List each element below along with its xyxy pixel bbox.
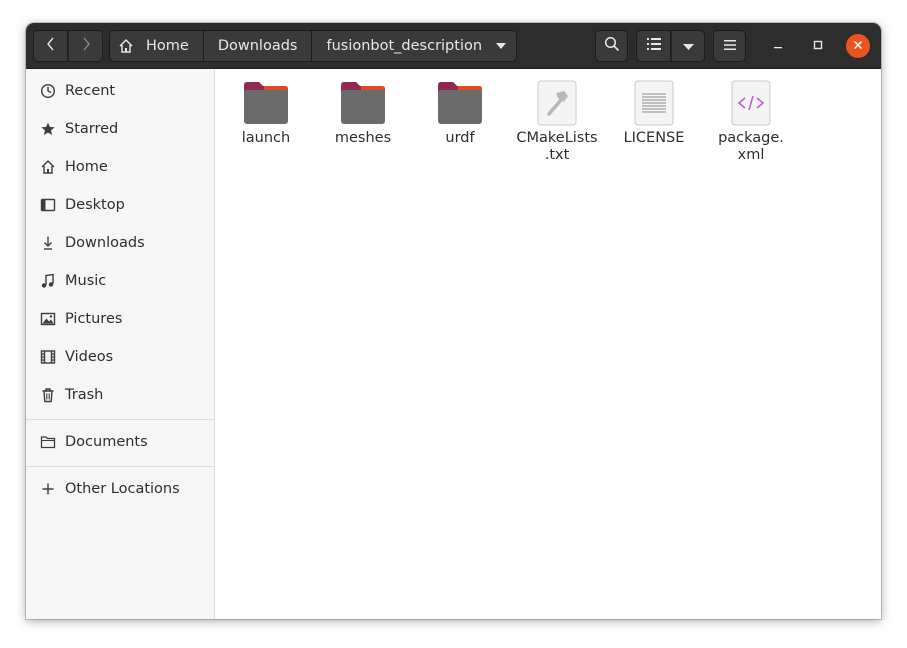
sidebar-item-home[interactable]: Home	[26, 148, 214, 186]
breadcrumb-downloads[interactable]: Downloads	[203, 30, 313, 62]
file-item-meshes[interactable]: meshes	[317, 76, 409, 147]
folder-icon	[40, 434, 56, 450]
file-item-cmakelists[interactable]: CMakeLists .txt	[511, 76, 603, 164]
home-icon	[40, 159, 56, 175]
sidebar-item-videos[interactable]: Videos	[26, 338, 214, 376]
sidebar-item-label: Other Locations	[65, 481, 180, 497]
download-icon	[40, 235, 56, 251]
sidebar-item-label: Pictures	[65, 311, 123, 327]
sidebar-item-label: Downloads	[65, 235, 145, 251]
sidebar-item-label: Documents	[65, 434, 148, 450]
sidebar-item-trash[interactable]: Trash	[26, 376, 214, 414]
folder-icon	[433, 76, 487, 130]
breadcrumb: Home Downloads fusionbot_description	[109, 30, 518, 62]
caret-down-icon	[682, 38, 694, 54]
sidebar-item-documents[interactable]: Documents	[26, 423, 214, 461]
sidebar-item-pictures[interactable]: Pictures	[26, 300, 214, 338]
sidebar-item-label: Recent	[65, 83, 116, 99]
sidebar-item-label: Music	[65, 273, 107, 289]
search-icon	[604, 36, 620, 56]
breadcrumb-label: fusionbot_description	[326, 38, 483, 54]
sidebar: Recent Starred Home Desktop Downloads Mu…	[26, 69, 215, 619]
file-name: launch	[241, 130, 291, 146]
file-item-urdf[interactable]: urdf	[414, 76, 506, 147]
view-list-button[interactable]	[636, 30, 671, 62]
sidebar-item-starred[interactable]: Starred	[26, 110, 214, 148]
main-menu-button[interactable]	[713, 30, 746, 62]
back-button[interactable]	[33, 30, 68, 62]
file-item-license[interactable]: LICENSE	[608, 76, 700, 147]
sidebar-divider	[26, 466, 214, 467]
sidebar-item-label: Starred	[65, 121, 119, 137]
caret-down-icon	[496, 43, 507, 49]
close-button[interactable]	[846, 34, 870, 58]
file-manager-window: Home Downloads fusionbot_description Rec…	[26, 23, 881, 619]
file-item-package-xml[interactable]: package. xml	[705, 76, 797, 164]
film-icon	[40, 349, 56, 365]
close-icon	[853, 38, 863, 54]
plus-icon	[40, 481, 56, 497]
star-icon	[40, 121, 56, 137]
hamburger-menu-icon	[723, 38, 736, 54]
minimize-button[interactable]	[766, 34, 790, 58]
maximize-button[interactable]	[806, 34, 830, 58]
trash-icon	[40, 387, 56, 403]
file-name: CMakeLists .txt	[516, 130, 598, 163]
breadcrumb-current-folder[interactable]: fusionbot_description	[312, 30, 518, 62]
music-icon	[40, 273, 56, 289]
header-bar: Home Downloads fusionbot_description	[26, 23, 881, 69]
list-view-icon	[646, 38, 661, 54]
text-file-icon	[627, 76, 681, 130]
sidebar-item-music[interactable]: Music	[26, 262, 214, 300]
xml-file-icon	[724, 76, 778, 130]
breadcrumb-label: Home	[146, 38, 189, 54]
hammer-file-icon	[530, 76, 584, 130]
chevron-left-icon	[46, 36, 56, 56]
view-options-button[interactable]	[671, 30, 705, 62]
forward-button[interactable]	[68, 30, 103, 62]
sidebar-item-desktop[interactable]: Desktop	[26, 186, 214, 224]
file-grid: launch meshes urdf CMakeLists .txt LICEN	[216, 69, 881, 619]
file-item-launch[interactable]: launch	[220, 76, 312, 147]
sidebar-item-recent[interactable]: Recent	[26, 72, 214, 110]
sidebar-item-label: Desktop	[65, 197, 125, 213]
file-name: urdf	[445, 130, 475, 146]
sidebar-item-label: Trash	[65, 387, 104, 403]
file-name: LICENSE	[623, 130, 685, 146]
folder-icon	[336, 76, 390, 130]
sidebar-divider	[26, 419, 214, 420]
chevron-right-icon	[81, 36, 91, 56]
sidebar-item-label: Home	[65, 159, 108, 175]
clock-icon	[40, 83, 56, 99]
file-name: package. xml	[718, 130, 784, 163]
folder-icon	[239, 76, 293, 130]
desktop-icon	[40, 197, 56, 213]
maximize-icon	[813, 38, 823, 54]
sidebar-item-downloads[interactable]: Downloads	[26, 224, 214, 262]
sidebar-item-other-locations[interactable]: Other Locations	[26, 470, 214, 508]
breadcrumb-home[interactable]: Home	[109, 30, 204, 62]
file-name: meshes	[334, 130, 392, 146]
home-icon	[118, 38, 134, 54]
picture-icon	[40, 311, 56, 327]
minimize-icon	[773, 38, 783, 54]
search-button[interactable]	[595, 30, 628, 62]
sidebar-item-label: Videos	[65, 349, 114, 365]
breadcrumb-label: Downloads	[217, 38, 298, 54]
